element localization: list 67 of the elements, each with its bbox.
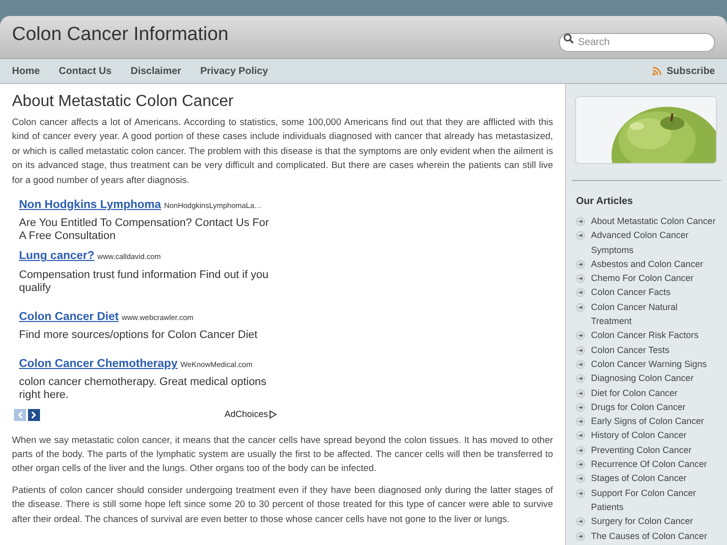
article-link[interactable]: Diet for Colon Cancer (591, 386, 678, 400)
article-link[interactable]: Colon Cancer Facts (591, 285, 671, 300)
article-link[interactable]: Early Signs of Colon Cancer (591, 414, 704, 428)
article-link[interactable]: Support For Colon Cancer Patients (591, 486, 717, 514)
arrow-icon (576, 360, 585, 369)
article-link[interactable]: History of Colon Cancer (591, 428, 687, 443)
chevron-left-icon (17, 410, 23, 419)
ad-link[interactable]: Lung cancer? (19, 248, 94, 266)
chevron-right-icon (31, 410, 37, 419)
arrow-icon (576, 217, 585, 226)
sidebar-heading: Our Articles (576, 195, 634, 209)
arrow-icon (576, 488, 585, 498)
ad-link[interactable]: Colon Cancer Diet (19, 308, 119, 326)
nav-link[interactable]: Privacy Policy (200, 64, 268, 78)
adchoices-icon (269, 410, 277, 420)
article-link[interactable]: Colon Cancer Warning Signs (591, 356, 707, 372)
ad-link[interactable]: Non Hodgkins Lymphoma (19, 197, 162, 214)
arrow-icon (576, 460, 585, 470)
arrow-icon (576, 517, 585, 526)
article-title: About Metastatic Colon Cancer (12, 92, 234, 112)
arrow-icon (576, 374, 585, 384)
arrow-icon (576, 402, 585, 412)
paragraph: When we say metastatic colon cancer, it means that the cancer cells have spread beyond the colon tissues. It has moved to other parts of the body. The parts of the lymphatic system are usually the first to be affected. The cancer cells will then be transferred to other organ cells of the liver and the lungs. Other organs too of the body can be infected. (12, 434, 553, 476)
article-link[interactable]: Asbestos and Colon Cancer (591, 256, 704, 272)
article-link[interactable]: Recurrence Of Colon Cancer (591, 457, 708, 472)
adchoices-link[interactable]: AdChoices (224, 408, 268, 422)
article-link[interactable]: Preventing Colon Cancer (591, 442, 692, 458)
arrow-icon (576, 231, 585, 240)
arrow-icon (576, 260, 585, 269)
arrow-icon (576, 274, 585, 284)
ad-link[interactable]: Colon Cancer Chemotherapy (19, 356, 178, 374)
article-link[interactable]: Stages of Colon Cancer (591, 471, 687, 486)
ad-text: Find more sources/options for Colon Cancer Diet (19, 328, 258, 342)
article-link[interactable]: Colon Cancer Natural Treatment (591, 300, 717, 328)
arrow-icon (576, 474, 585, 484)
article-link[interactable]: Drugs for Colon Cancer (591, 400, 686, 414)
next-button[interactable] (28, 408, 40, 421)
arrow-icon (576, 302, 585, 312)
arrow-icon (576, 431, 585, 440)
nav-link[interactable]: Disclaimer (130, 64, 182, 78)
article-link[interactable]: Surgery for Colon Cancer (591, 514, 694, 529)
ad-text: colon cancer chemotherapy. Great medical options right here. (19, 376, 268, 402)
subscribe-link[interactable]: Subscribe (666, 64, 715, 78)
arrow-icon (576, 346, 585, 355)
ad-text: Compensation trust fund information Find out if you qualify (19, 268, 270, 295)
paragraph: Colon cancer affects a lot of Americans. According to statistics, some 100,000 Americans find out that they are afflicted with this kind of cancer every year. A good portion of these cases include individuals diagnosed with cancer that already has metastasized, or which is called metastatic colon cancer. The problem with this disease is that the symptoms are only evident when the ailment is on its advanced stage, thus treatment can be very difficult and complicated. But there are cases wherein the patients can still live for a good number of years after diagnosis. (12, 116, 553, 187)
ad-text: Are You Entitled To Compensation? Contact Us For A Free Consultation (19, 217, 270, 244)
article-link[interactable]: The Causes of Colon Cancer (591, 528, 708, 543)
search-icon (563, 33, 574, 44)
arrow-icon (576, 331, 585, 340)
rss-icon (652, 66, 662, 76)
arrow-icon (576, 388, 585, 398)
site-title: Colon Cancer Information (12, 22, 228, 47)
arrow-icon (576, 417, 585, 426)
arrow-icon (576, 288, 585, 298)
paragraph: Patients of colon cancer should consider undergoing treatment even if they have been diagnosed only during the latter stages of the disease. There is still some hope left since some 20 to 30 percent of those treated for this type of cancer were able to survive after their ordeal. The chances of survival are even better to those whose cancer cells have not gone to the liver or lungs. (12, 484, 553, 526)
arrow-icon (576, 446, 585, 455)
article-link[interactable]: Colon Cancer Tests (591, 342, 670, 357)
article-link[interactable]: Diagnosing Colon Cancer (591, 371, 694, 386)
search-field[interactable]: Search (559, 33, 715, 52)
nav-link[interactable]: Home (12, 64, 40, 78)
article-link[interactable]: Advanced Colon Cancer Symptoms (591, 228, 717, 257)
arrow-icon (576, 532, 585, 541)
article-link[interactable]: About Metastatic Colon Cancer (591, 214, 716, 228)
article-link[interactable]: Chemo For Colon Cancer (591, 271, 694, 286)
nav-link[interactable]: Contact Us (58, 64, 112, 78)
article-link[interactable]: Colon Cancer Risk Factors (591, 328, 699, 343)
